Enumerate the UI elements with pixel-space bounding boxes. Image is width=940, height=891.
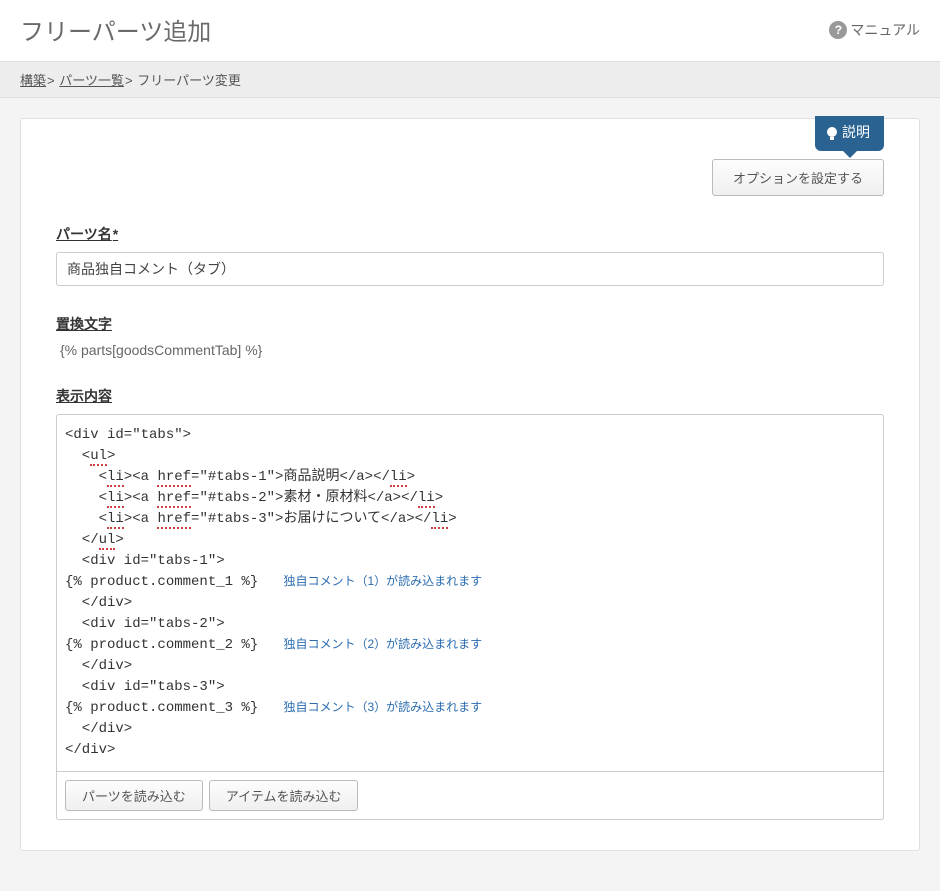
parts-name-label: パーツ名 (56, 224, 884, 244)
breadcrumb: 構築> パーツ一覧> フリーパーツ変更 (0, 61, 940, 98)
options-button[interactable]: オプションを設定する (712, 159, 884, 196)
manual-label: マニュアル (850, 20, 920, 40)
replace-label: 置換文字 (56, 314, 884, 334)
form-card: 説明 オプションを設定する パーツ名 置換文字 {% parts[goodsCo… (20, 118, 920, 851)
load-parts-button[interactable]: パーツを読み込む (65, 780, 203, 811)
field-parts-name: パーツ名 (56, 224, 884, 286)
manual-link[interactable]: ? マニュアル (829, 20, 920, 40)
content-textarea[interactable]: <div id="tabs"> <ul> <li><a href="#tabs-… (56, 414, 884, 772)
parts-name-input[interactable] (56, 252, 884, 286)
header-bar: フリーパーツ追加 ? マニュアル (0, 0, 940, 61)
breadcrumb-link[interactable]: パーツ一覧 (59, 73, 124, 88)
help-badge[interactable]: 説明 (815, 116, 884, 151)
field-content: 表示内容 <div id="tabs"> <ul> <li><a href="#… (56, 386, 884, 820)
question-icon: ? (829, 21, 847, 39)
breadcrumb-current: フリーパーツ変更 (137, 73, 241, 88)
page-title: フリーパーツ追加 (20, 12, 211, 47)
code-toolbar: パーツを読み込む アイテムを読み込む (56, 772, 884, 820)
help-badge-label: 説明 (842, 122, 870, 142)
content-label: 表示内容 (56, 386, 884, 406)
replace-value: {% parts[goodsCommentTab] %} (56, 342, 884, 358)
breadcrumb-link[interactable]: 構築 (20, 73, 46, 88)
field-replace: 置換文字 {% parts[goodsCommentTab] %} (56, 314, 884, 358)
load-items-button[interactable]: アイテムを読み込む (209, 780, 359, 811)
lightbulb-icon (827, 127, 837, 137)
